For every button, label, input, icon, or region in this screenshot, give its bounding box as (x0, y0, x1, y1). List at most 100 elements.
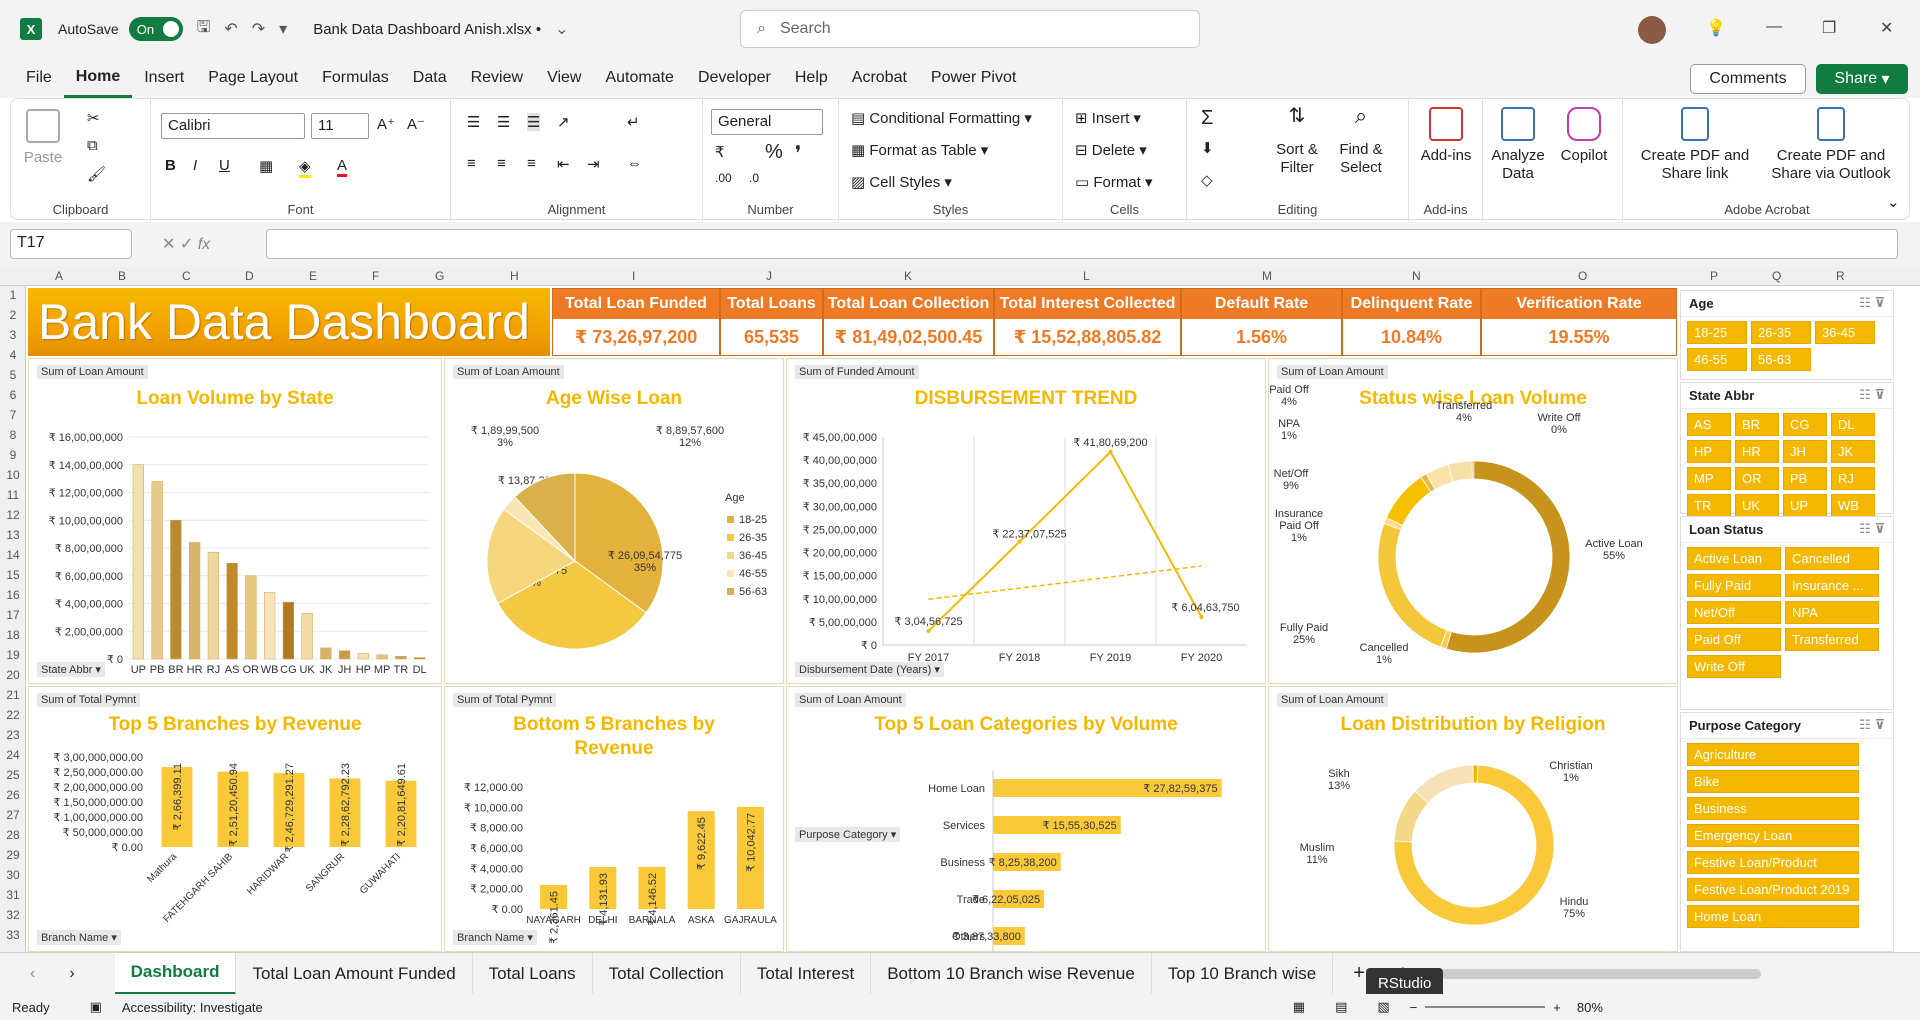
worksheet[interactable]: ABCDEFGHIJKLMNOPQR 1 2 3 4 5 6 7 8 9 10 11 12 13 14 15… (0, 266, 1920, 952)
sheet-tab[interactable]: Top 10 Branch wise (1152, 952, 1334, 995)
sheet-tab[interactable]: Total Collection (593, 952, 741, 995)
slicer-item[interactable]: Home Loan (1687, 905, 1859, 928)
find-select-button[interactable]: ⌕ Find & Select (1329, 105, 1393, 177)
tab-power-pivot[interactable]: Power Pivot (919, 58, 1028, 98)
cut-icon[interactable]: ✂ (87, 109, 100, 127)
format-as-table-button[interactable]: ▦ Format as Table ▾ (851, 141, 988, 159)
tab-view[interactable]: View (535, 58, 593, 98)
row-header[interactable]: 2 (0, 308, 26, 322)
slicer-item[interactable]: OR (1735, 467, 1779, 490)
slicer-item[interactable]: MP (1687, 467, 1731, 490)
restore-icon[interactable]: ❐ (1822, 18, 1836, 38)
slicer-item[interactable]: HP (1687, 440, 1731, 463)
format-cells-button[interactable]: ▭ Format ▾ (1075, 173, 1153, 191)
zoom-in-icon[interactable]: + (1553, 1000, 1561, 1015)
normal-view-icon[interactable]: ▦ (1293, 999, 1305, 1015)
column-header[interactable]: L (1083, 269, 1090, 283)
align-left-icon[interactable]: ≡ (467, 155, 476, 172)
row-header[interactable]: 17 (0, 608, 26, 622)
column-header[interactable]: O (1578, 269, 1587, 283)
slicer-item[interactable]: DL (1831, 413, 1875, 436)
zoom-out-icon[interactable]: − (1410, 1000, 1418, 1015)
increase-font-icon[interactable]: A⁺ (377, 115, 395, 133)
slicer-item[interactable]: JK (1831, 440, 1875, 463)
slicer-item[interactable]: Write Off (1687, 655, 1781, 678)
row-header[interactable]: 6 (0, 388, 26, 402)
create-pdf-outlook-button[interactable]: Create PDF and Share via Outlook (1765, 107, 1897, 183)
row-header[interactable]: 9 (0, 448, 26, 462)
save-icon[interactable]: 🖫 (197, 16, 211, 43)
clear-filter-icon[interactable]: ☷ ⊽ (1859, 717, 1885, 733)
column-header[interactable]: A (55, 269, 63, 283)
addins-button[interactable]: Add-ins (1415, 107, 1477, 165)
column-header[interactable]: N (1412, 269, 1421, 283)
underline-icon[interactable]: U (219, 157, 230, 174)
lightbulb-icon[interactable]: 💡 (1706, 18, 1726, 38)
slicer-item[interactable]: JH (1783, 440, 1827, 463)
slicer-item[interactable]: CG (1783, 413, 1827, 436)
sort-filter-button[interactable]: ⇅ Sort & Filter (1267, 106, 1327, 177)
slicer-item[interactable]: Agriculture (1687, 743, 1859, 766)
slicer-item[interactable]: Bike (1687, 770, 1859, 793)
decrease-font-icon[interactable]: A⁻ (407, 115, 425, 133)
increase-indent-icon[interactable]: ⇥ (587, 155, 600, 173)
page-break-icon[interactable]: ▧ (1377, 999, 1389, 1015)
slicer-item[interactable]: HR (1735, 440, 1779, 463)
autosum-icon[interactable]: Σ (1201, 107, 1213, 130)
name-box[interactable]: T17 (10, 229, 132, 259)
sheet-tab[interactable]: Total Loan Amount Funded (236, 952, 473, 995)
clear-icon[interactable]: ◇ (1201, 171, 1213, 189)
row-header[interactable]: 11 (0, 488, 26, 502)
comments-button[interactable]: Comments (1690, 64, 1806, 94)
align-top-icon[interactable]: ☰ (467, 113, 480, 131)
copilot-button[interactable]: Copilot (1553, 107, 1615, 165)
accounting-format-icon[interactable]: ₹ (715, 143, 725, 161)
tab-review[interactable]: Review (459, 58, 535, 98)
branch-filter-button[interactable]: Branch Name (453, 930, 537, 945)
conditional-formatting-button[interactable]: ▤ Conditional Formatting ▾ (851, 109, 1032, 127)
state-filter-button[interactable]: State Abbr (37, 662, 105, 677)
slicer-item[interactable]: Insurance ... (1785, 574, 1879, 597)
row-header[interactable]: 10 (0, 468, 26, 482)
row-header[interactable]: 25 (0, 768, 26, 782)
column-header[interactable]: G (435, 269, 444, 283)
slicer-item[interactable]: 18-25 (1687, 321, 1747, 344)
tab-data[interactable]: Data (401, 58, 459, 98)
slicer-item[interactable]: 36-45 (1815, 321, 1875, 344)
redo-icon[interactable]: ↷ (252, 19, 265, 39)
tab-acrobat[interactable]: Acrobat (840, 58, 919, 98)
slicer-item[interactable]: BR (1735, 413, 1779, 436)
row-header[interactable]: 27 (0, 808, 26, 822)
chevron-down-icon[interactable]: ⌄ (555, 19, 568, 39)
increase-decimal-icon[interactable]: .00 (715, 171, 732, 185)
copy-icon[interactable]: ⧉ (87, 137, 98, 154)
undo-icon[interactable]: ↶ (224, 19, 237, 39)
column-header[interactable]: E (309, 269, 317, 283)
paste-button[interactable]: Paste (23, 109, 63, 167)
collapse-ribbon-icon[interactable]: ⌄ (1887, 193, 1900, 211)
row-header[interactable]: 16 (0, 588, 26, 602)
row-header[interactable]: 12 (0, 508, 26, 522)
align-bottom-icon[interactable]: ☰ (527, 113, 541, 131)
tab-developer[interactable]: Developer (686, 58, 783, 98)
row-header[interactable]: 15 (0, 568, 26, 582)
disbursement-filter-button[interactable]: Disbursement Date (Years) (795, 662, 944, 677)
slicer-item[interactable]: Net/Off (1687, 601, 1781, 624)
column-header[interactable]: Q (1772, 269, 1781, 283)
row-header[interactable]: 29 (0, 848, 26, 862)
column-header[interactable]: K (904, 269, 912, 283)
row-header[interactable]: 4 (0, 348, 26, 362)
orientation-icon[interactable]: ↗ (557, 113, 570, 131)
column-header[interactable]: P (1710, 269, 1718, 283)
insert-cells-button[interactable]: ⊞ Insert ▾ (1075, 109, 1141, 127)
sheet-tab[interactable]: Total Loans (473, 952, 593, 995)
borders-icon[interactable]: ▦ (259, 157, 273, 175)
slicer-item[interactable]: Paid Off (1687, 628, 1781, 651)
row-header[interactable]: 20 (0, 668, 26, 682)
fx-icon[interactable]: ✕ ✓ fx (162, 234, 262, 254)
clear-filter-icon[interactable]: ☷ ⊽ (1859, 295, 1885, 311)
merge-center-icon[interactable]: ⇔ (627, 155, 642, 172)
avatar[interactable] (1638, 16, 1666, 44)
slicer-item[interactable]: UK (1735, 494, 1779, 517)
number-format-select[interactable]: General (711, 109, 823, 135)
